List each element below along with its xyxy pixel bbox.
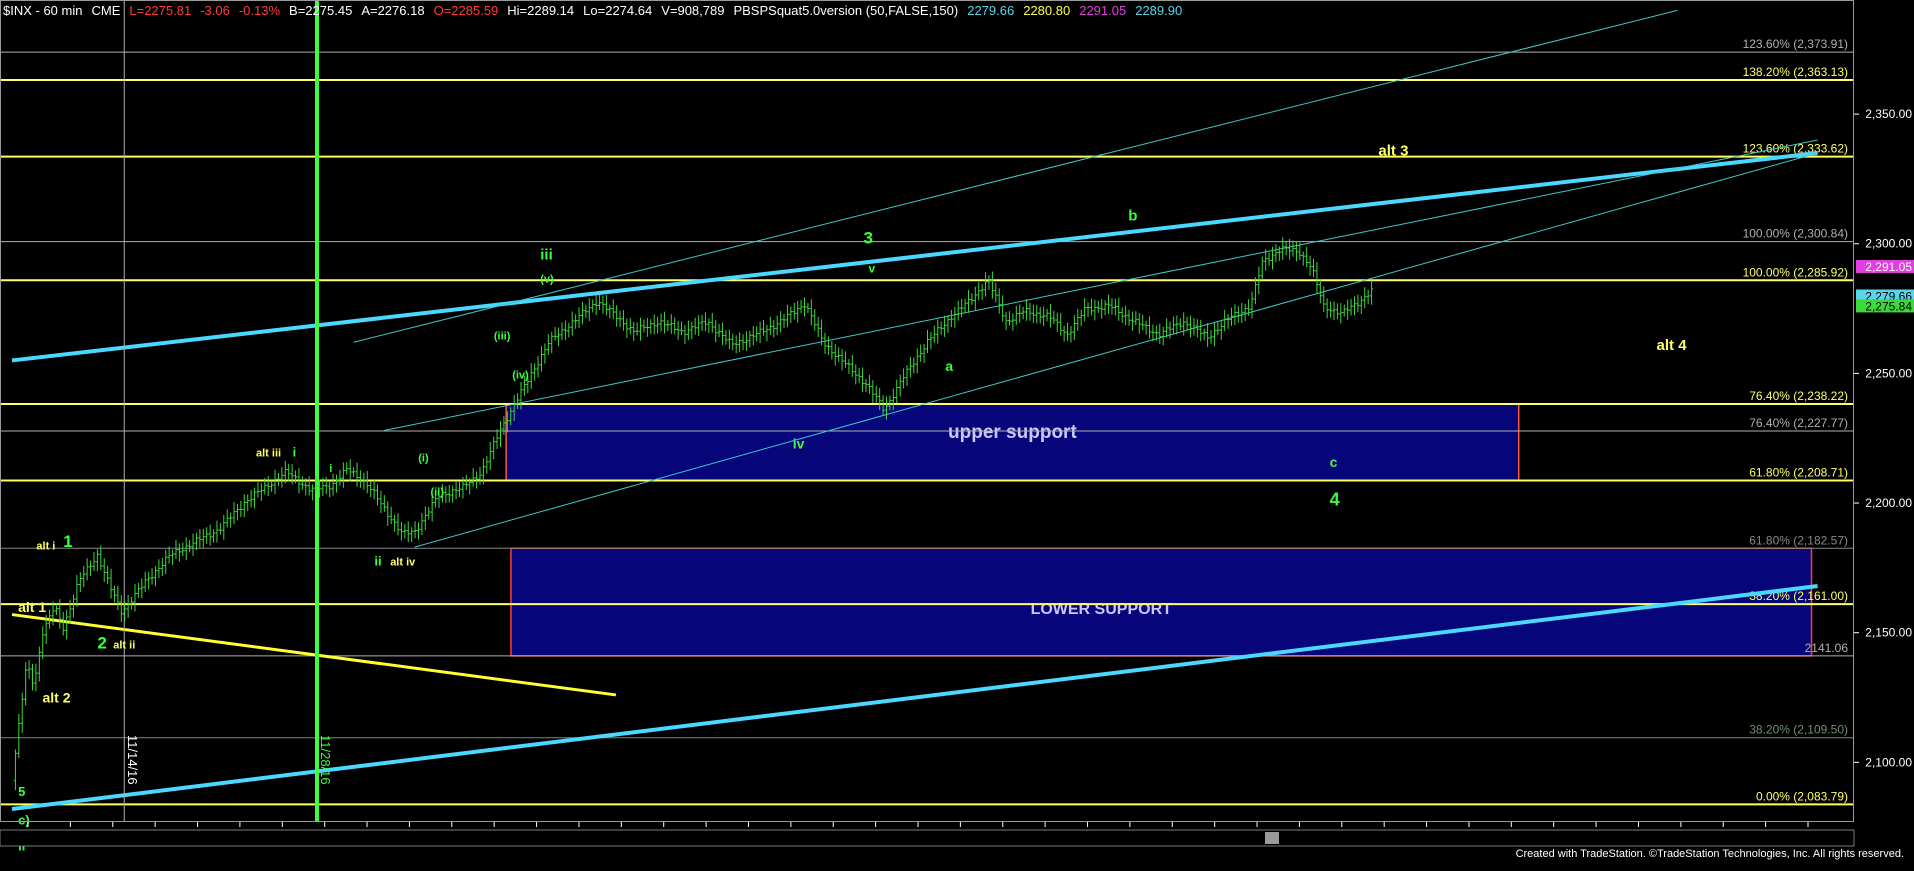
fib-level-label: 61.80% (2,182.57) <box>1749 533 1848 547</box>
fib-level-label: 76.40% (2,238.22) <box>1749 389 1848 403</box>
header-item: -3.06 <box>200 3 230 18</box>
vertical-markers: 11/14/16 11/28/16 <box>123 0 333 822</box>
y-tick-label: 2,350.00 <box>1865 107 1912 121</box>
price-marker-label: 2,291.05 <box>1865 260 1912 274</box>
wave-labels: alt 1alt 2alt i 12 alt iialt iii iiii alt iv… <box>18 143 1687 854</box>
header-item: L=2275.81 <box>129 3 191 18</box>
fib-level-label: 123.60% (2,333.62) <box>1743 142 1848 156</box>
fib-level-label: 0.00% (2,083.79) <box>1756 789 1848 803</box>
y-tick-label: 2,300.00 <box>1865 237 1912 251</box>
header-item: -0.13% <box>239 3 281 18</box>
wave-label: 4 <box>1330 490 1340 510</box>
scrollbar-thumb <box>1265 832 1279 844</box>
vertical-marker-label: 11/14/16 <box>125 735 140 785</box>
wave-label: (i) <box>418 453 429 465</box>
scrollbar-track <box>0 829 1855 847</box>
wave-label: alt 1 <box>18 599 46 615</box>
chart-root: upper support LOWER SUPPORT 123.60% (2,37… <box>0 0 1914 866</box>
fib-level-label: 61.80% (2,208.71) <box>1749 465 1848 479</box>
wave-label: alt 4 <box>1657 337 1688 354</box>
fib-level-label: 138.20% (2,363.13) <box>1743 65 1848 79</box>
trendline <box>384 139 1818 431</box>
header-item: A=2276.18 <box>361 3 424 18</box>
header-item: Lo=2274.64 <box>583 3 652 18</box>
wave-label: ii <box>374 553 381 568</box>
support-box-label: upper support <box>948 422 1077 443</box>
wave-label: 3 <box>864 229 873 248</box>
wave-label: alt 3 <box>1378 143 1408 160</box>
fib-level-label: 2141.06 <box>1805 641 1849 655</box>
fib-level-label: 123.60% (2,373.91) <box>1743 37 1848 51</box>
wave-label: alt 2 <box>43 690 71 706</box>
fib-level-label: 100.00% (2,300.84) <box>1743 227 1848 241</box>
header-item: CME <box>91 3 120 18</box>
trendline <box>353 9 1678 343</box>
wave-label: (iv) <box>512 370 529 382</box>
header-item: $INX - 60 min <box>3 3 82 18</box>
y-tick-label: 2,100.00 <box>1865 755 1912 769</box>
header-item: 2289.90 <box>1135 3 1182 18</box>
wave-label: i <box>329 463 332 475</box>
wave-label: 5 <box>18 784 25 799</box>
footer-credit: Created with TradeStation. ©TradeStation… <box>1515 848 1904 860</box>
vertical-marker-label: 11/28/16 <box>318 735 333 785</box>
wave-label: v <box>868 261 875 275</box>
wave-label: alt i <box>36 541 55 553</box>
fib-level-label: 38.20% (2,109.50) <box>1749 723 1848 737</box>
trendline <box>11 151 1818 363</box>
chart-header: $INX - 60 min CME L=2275.81 -3.06 -0.13% B=22… <box>3 3 1182 18</box>
price-marker-label: 2,275.84 <box>1865 299 1912 313</box>
trendline <box>414 152 1818 548</box>
y-tick-label: 2,150.00 <box>1865 626 1912 640</box>
header-item: B=2275.45 <box>289 3 352 18</box>
header-item: 2291.05 <box>1079 3 1126 18</box>
support-boxes: upper supportLOWER SUPPORT <box>505 403 1813 657</box>
fib-level-label: 76.40% (2,227.77) <box>1749 416 1848 430</box>
wave-label: alt iii <box>256 447 281 459</box>
header-item: V=908,789 <box>661 3 724 18</box>
wave-label: 2 <box>97 633 106 652</box>
wave-label: (ii) <box>430 486 444 498</box>
wave-label: a <box>945 358 953 374</box>
header-item: 2280.80 <box>1023 3 1070 18</box>
price-chart[interactable]: upper supportLOWER SUPPORT 123.60% (2,37… <box>0 0 1914 866</box>
wave-label: (v) <box>540 274 554 286</box>
wave-label: 1 <box>63 532 72 551</box>
wave-label: alt iv <box>390 556 416 568</box>
header-item: O=2285.59 <box>434 3 499 18</box>
header-item: Hi=2289.14 <box>507 3 574 18</box>
y-tick-label: 2,250.00 <box>1865 366 1912 380</box>
wave-label: iii <box>540 246 553 263</box>
candles <box>13 237 1374 791</box>
wave-label: (iii) <box>494 331 511 343</box>
header-item: PBSPSquat5.0version (50,FALSE,150) <box>733 3 958 18</box>
y-tick-label: 2,200.00 <box>1865 496 1912 510</box>
header-item: 2279.66 <box>967 3 1014 18</box>
wave-label: alt ii <box>113 639 135 651</box>
wave-label: iv <box>793 436 805 452</box>
fib-level-label: 100.00% (2,285.92) <box>1743 265 1848 279</box>
wave-label: i <box>293 444 297 459</box>
wave-label: b <box>1128 207 1137 224</box>
wave-label: c <box>1330 454 1338 470</box>
